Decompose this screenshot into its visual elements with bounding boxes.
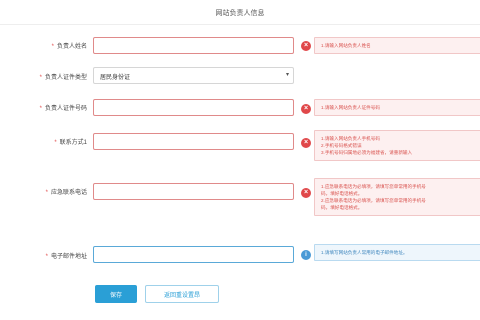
emergency-label-text: 应急联系电话 <box>50 190 87 196</box>
email-input[interactable] <box>93 246 294 263</box>
emergency-error-message: 1.应急联系电话为必填项，请填写您单常用的手机号 码，填好电话格式。 2.应急联… <box>314 178 480 216</box>
required-star: * <box>51 44 54 50</box>
emergency-label: * 应急联系电话 <box>46 187 87 196</box>
contact1-label: * 联系方式1 <box>54 137 87 146</box>
error-line: 1.请输入网站负责人手机号码 <box>321 136 380 141</box>
id-number-input[interactable] <box>93 99 294 116</box>
id-type-selected: 居民身份证 <box>100 75 131 81</box>
title-divider <box>0 24 480 25</box>
error-line: 3.手机号码归属地必须为福建省，请重新输入 <box>321 150 413 155</box>
error-line: 1.请输入网站负责人证件号码 <box>321 105 380 110</box>
id-type-select[interactable]: 居民身份证 ▾ <box>93 67 294 84</box>
required-star: * <box>39 75 42 81</box>
id-type-label-text: 负责人证件类型 <box>44 75 87 81</box>
email-info-message: 1.请填写网站负责人常用的电子邮件地址。 <box>314 244 480 261</box>
contact1-error-message: 1.请输入网站负责人手机号码 2.手机号码格式错误 3.手机号码归属地必须为福建… <box>314 130 480 161</box>
page-title: 网站负责人信息 <box>215 10 265 17</box>
name-label-text: 负责人姓名 <box>56 44 87 50</box>
error-icon: × <box>301 41 311 51</box>
error-line: 2.手机号码格式错误 <box>321 143 362 148</box>
required-star: * <box>39 106 42 112</box>
email-label: * 电子邮件地址 <box>46 251 87 260</box>
id-number-label-text: 负责人证件号码 <box>44 106 87 112</box>
name-label: * 负责人姓名 <box>52 41 87 50</box>
required-star: * <box>45 190 48 196</box>
error-icon: × <box>301 104 311 114</box>
name-error-message: 1.请输入网站负责人姓名 <box>314 37 480 54</box>
error-line: 2.应急联系电话为必填项，请填写您单常用的手机号 <box>321 198 426 203</box>
required-star: * <box>54 140 57 146</box>
info-icon: i <box>301 250 311 260</box>
emergency-phone-input[interactable] <box>93 183 294 200</box>
contact1-input[interactable] <box>93 133 294 150</box>
id-number-label: * 负责人证件号码 <box>40 103 87 112</box>
required-star: * <box>45 254 48 260</box>
id-type-label: * 负责人证件类型 <box>40 72 87 81</box>
info-line: 1.请填写网站负责人常用的电子邮件地址。 <box>321 250 408 255</box>
back-button[interactable]: 返回重设置昂 <box>145 285 219 303</box>
name-input[interactable] <box>93 37 294 54</box>
contact1-label-text: 联系方式1 <box>59 140 87 146</box>
email-label-text: 电子邮件地址 <box>50 254 87 260</box>
id-number-error-message: 1.请输入网站负责人证件号码 <box>314 99 480 116</box>
error-line: 码，填好电话格式。 <box>321 191 363 196</box>
dropdown-arrow-icon: ▾ <box>285 72 289 78</box>
error-line: 1.请输入网站负责人姓名 <box>321 43 371 48</box>
error-icon: × <box>301 138 311 148</box>
error-icon: × <box>301 188 311 198</box>
error-line: 码，填好电话格式。 <box>321 205 363 210</box>
error-line: 1.应急联系电话为必填项，请填写您单常用的手机号 <box>321 184 426 189</box>
save-button[interactable]: 保存 <box>95 285 137 303</box>
